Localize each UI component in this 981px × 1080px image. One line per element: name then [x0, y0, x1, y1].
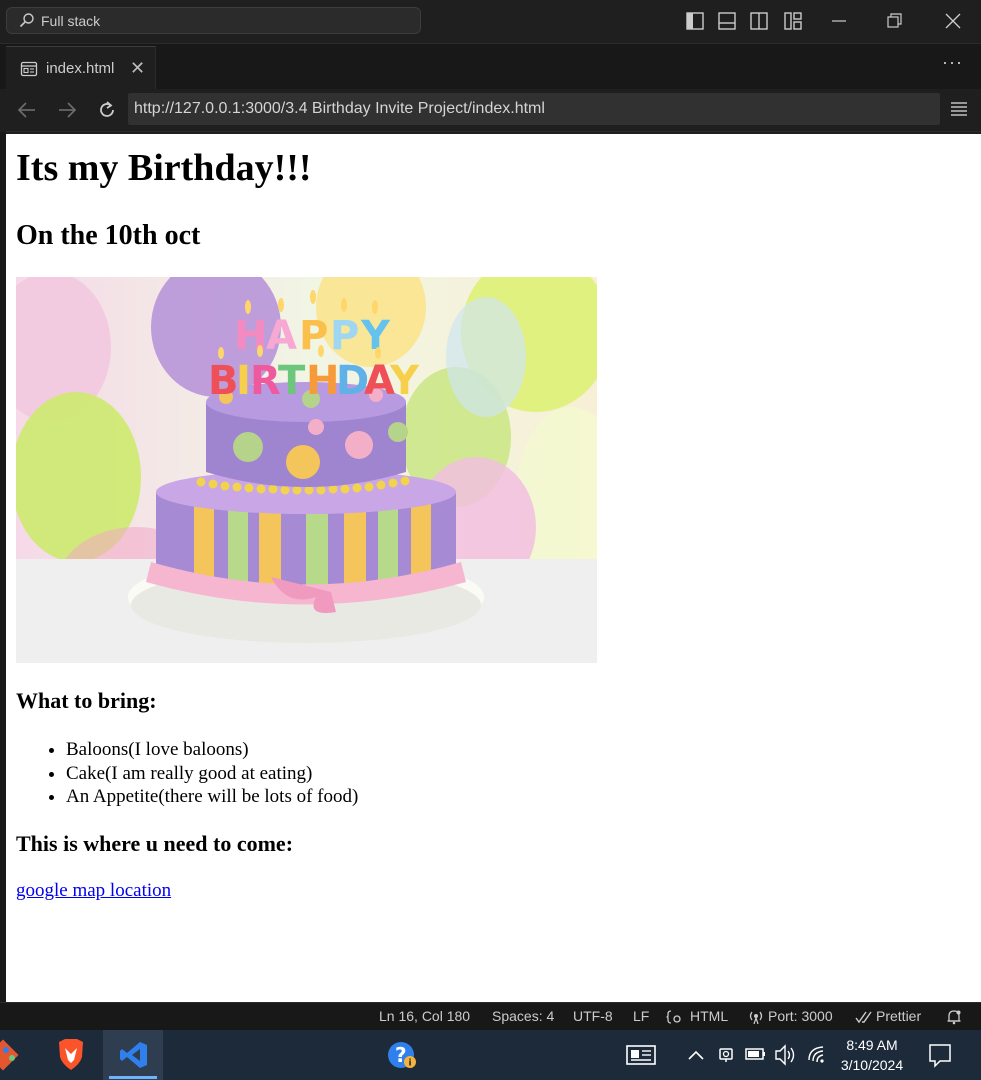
notification-center-icon[interactable]: [926, 1030, 954, 1080]
what-to-bring-heading: What to bring:: [16, 688, 157, 713]
reload-icon[interactable]: [96, 99, 118, 121]
end-of-line[interactable]: LF: [633, 1008, 649, 1024]
camera-usage-icon[interactable]: [716, 1030, 736, 1080]
svg-text:B: B: [208, 358, 239, 404]
svg-text:H: H: [306, 358, 339, 404]
git-app-icon[interactable]: [0, 1030, 26, 1080]
title-bar: Full stack: [0, 0, 981, 43]
url-text: http://127.0.0.1:3000/3.4 Birthday Invit…: [134, 100, 545, 117]
double-check-icon: [855, 1011, 872, 1024]
vscode-icon: [120, 1042, 147, 1068]
restore-icon[interactable]: [886, 12, 904, 30]
back-arrow-icon[interactable]: [16, 99, 38, 121]
tab-label: index.html: [46, 60, 115, 77]
list-item: An Appetite(there will be lots of food): [66, 785, 358, 809]
language-braces-icon: [666, 1010, 681, 1024]
language-mode[interactable]: HTML: [690, 1008, 728, 1024]
svg-text:P: P: [330, 313, 359, 359]
clock-time: 8:49 AM: [846, 1037, 898, 1053]
search-text: Full stack: [41, 13, 101, 29]
browser-nav-bar: http://127.0.0.1:3000/3.4 Birthday Invit…: [6, 89, 981, 132]
browser-viewport: Its my Birthday!!! On the 10th oct H A P…: [6, 134, 981, 1002]
prettier-status[interactable]: Prettier: [876, 1008, 921, 1024]
status-bar: Ln 16, Col 180 Spaces: 4 UTF-8 LF HTML P…: [0, 1002, 981, 1030]
search-icon: [19, 13, 34, 28]
svg-text:i: i: [409, 1059, 412, 1069]
close-tab-icon[interactable]: ✕: [130, 58, 145, 79]
notifications-bell-icon[interactable]: [946, 1009, 962, 1025]
windows-taskbar: ? i 8:49 AM 3/10/2024: [0, 1030, 981, 1080]
command-center-search[interactable]: Full stack: [6, 7, 421, 34]
encoding[interactable]: UTF-8: [573, 1008, 613, 1024]
vscode-taskbar-button[interactable]: [103, 1030, 163, 1080]
minimize-icon[interactable]: [830, 12, 848, 30]
cursor-position[interactable]: Ln 16, Col 180: [379, 1008, 470, 1024]
wifi-icon[interactable]: [806, 1030, 828, 1080]
svg-text:T: T: [278, 358, 306, 404]
close-window-icon[interactable]: [944, 12, 962, 30]
customize-layout-icon[interactable]: [784, 12, 802, 30]
preview-icon: [20, 61, 38, 77]
toggle-primary-sidebar-icon[interactable]: [686, 12, 704, 30]
more-actions-icon[interactable]: ···: [942, 52, 963, 73]
forward-arrow-icon[interactable]: [56, 99, 78, 121]
news-widget-icon[interactable]: [624, 1030, 658, 1080]
svg-text:R: R: [250, 358, 281, 404]
indentation[interactable]: Spaces: 4: [492, 1008, 554, 1024]
svg-text:Y: Y: [389, 358, 420, 404]
google-map-link[interactable]: google map location: [16, 880, 171, 902]
toggle-panel-icon[interactable]: [718, 12, 736, 30]
editor-tab-bar: index.html ✕ ···: [0, 43, 981, 90]
url-input[interactable]: http://127.0.0.1:3000/3.4 Birthday Invit…: [128, 93, 940, 125]
svg-text:A: A: [266, 313, 297, 359]
birthday-cake-image: H A P P Y B I R T H D A Y: [16, 277, 597, 663]
page-heading: Its my Birthday!!!: [16, 147, 312, 189]
volume-icon[interactable]: [773, 1030, 799, 1080]
tab-index-html[interactable]: index.html ✕: [6, 46, 156, 90]
system-clock[interactable]: 8:49 AM 3/10/2024: [836, 1035, 908, 1075]
help-app-icon[interactable]: ? i: [384, 1030, 420, 1080]
broadcast-icon: [749, 1011, 763, 1024]
svg-text:I: I: [236, 358, 251, 404]
birthday-date-heading: On the 10th oct: [16, 220, 201, 251]
live-server-port[interactable]: Port: 3000: [768, 1008, 833, 1024]
show-hidden-icons-chevron-icon[interactable]: [686, 1030, 706, 1080]
where-heading: This is where u need to come:: [16, 831, 294, 856]
list-item: Cake(I am really good at eating): [66, 762, 358, 786]
bring-list: Baloons(I love baloons) Cake(I am really…: [16, 738, 358, 809]
hamburger-menu-icon[interactable]: [950, 101, 968, 117]
toggle-secondary-sidebar-icon[interactable]: [750, 12, 768, 30]
battery-icon[interactable]: [744, 1030, 768, 1080]
list-item: Baloons(I love baloons): [66, 738, 358, 762]
brave-browser-icon[interactable]: [52, 1030, 90, 1080]
clock-date: 3/10/2024: [840, 1057, 904, 1073]
